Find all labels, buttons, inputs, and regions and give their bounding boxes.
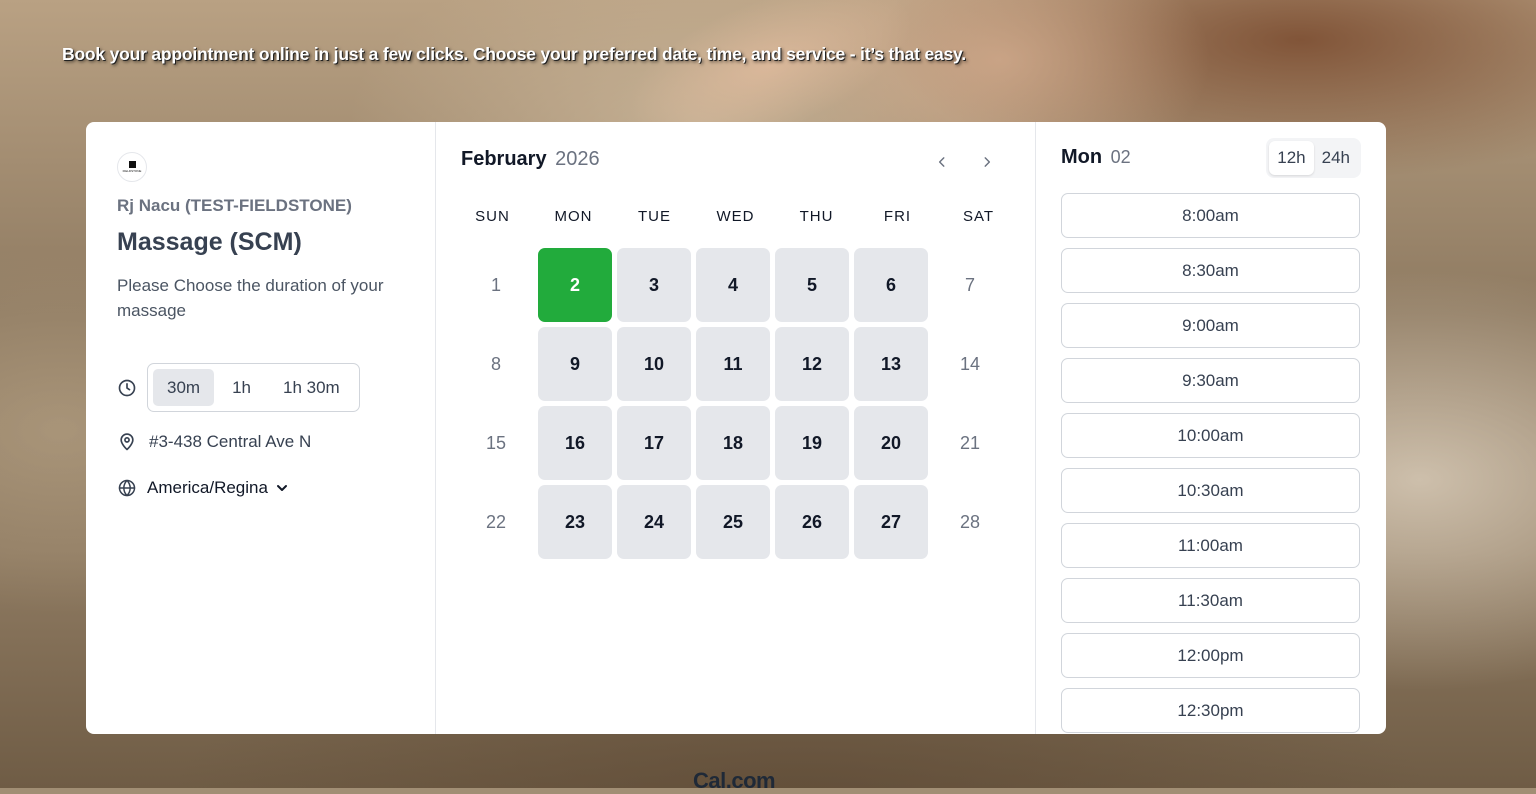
calendar-day[interactable]: 3 <box>617 248 691 322</box>
calendar-day-selected[interactable]: 2 <box>538 248 612 322</box>
duration-selector: 30m 1h 1h 30m <box>147 363 360 412</box>
selected-day-name: Mon <box>1061 146 1103 168</box>
slot-list: 8:00am 8:30am 9:00am 9:30am 10:00am 10:30am 11… <box>1061 193 1360 734</box>
calendar-day[interactable]: 24 <box>617 485 691 559</box>
calendar-day: 21 <box>959 432 981 453</box>
selected-day-number: 02 <box>1110 147 1131 167</box>
calendar-day[interactable]: 25 <box>696 485 770 559</box>
selected-day-title: Mon 02 <box>1061 146 1131 169</box>
calendar-day: 22 <box>485 511 507 532</box>
brand-footer: Cal.com <box>693 768 776 793</box>
time-format-12h[interactable]: 12h <box>1269 141 1314 175</box>
hero-tagline: Book your appointment online in just a f… <box>62 44 966 64</box>
calendar-day[interactable]: 5 <box>775 248 849 322</box>
calendar-grid: 1 2 3 4 5 6 7 8 9 10 11 12 13 14 15 16 17 18 19 20 21 22 23 24 2… <box>459 248 1007 559</box>
calendar-day[interactable]: 27 <box>854 485 928 559</box>
calendar-day: 8 <box>490 353 501 374</box>
duration-row: 30m 1h 1h 30m <box>117 363 360 412</box>
timezone-text[interactable]: America/Regina <box>147 478 268 498</box>
calendar-day[interactable]: 4 <box>696 248 770 322</box>
calendar-day: 14 <box>959 353 981 374</box>
weekday-label: THU <box>799 208 834 225</box>
time-slot-button[interactable]: 11:30am <box>1061 578 1360 623</box>
time-slot-button[interactable]: 8:30am <box>1061 248 1360 293</box>
calendar-day[interactable]: 18 <box>696 406 770 480</box>
weekday-label: WED <box>716 208 755 225</box>
timezone-selector[interactable]: America/Regina <box>117 478 290 498</box>
calendar-day[interactable]: 13 <box>854 327 928 401</box>
time-slot-button[interactable]: 12:30pm <box>1061 688 1360 733</box>
weekday-label: SAT <box>962 208 995 225</box>
chevron-right-icon <box>984 157 991 167</box>
year: 2026 <box>555 148 600 170</box>
calendar-day[interactable]: 23 <box>538 485 612 559</box>
time-slot-button[interactable]: 10:00am <box>1061 413 1360 458</box>
calendar-day: 1 <box>490 274 501 295</box>
location-row: #3-438 Central Ave N <box>117 432 311 452</box>
logo-mark <box>128 161 136 168</box>
time-slot-button[interactable]: 12:00pm <box>1061 633 1360 678</box>
calendar-day[interactable]: 9 <box>538 327 612 401</box>
calendar-day[interactable]: 12 <box>775 327 849 401</box>
duration-option[interactable]: 30m <box>153 369 215 406</box>
weekday-label: TUE <box>638 208 671 225</box>
calendar-panel: February 2026 SUN MON TUE WED THU FRI SAT 1234… <box>436 122 1036 734</box>
chevron-down-icon[interactable] <box>274 480 290 496</box>
time-slot-button[interactable]: 11:00am <box>1061 523 1360 568</box>
calendar-day[interactable]: 11 <box>696 327 770 401</box>
duration-option[interactable]: 1h <box>218 369 265 406</box>
avatar-text: FIELDSTONE <box>122 169 142 173</box>
avatar: FIELDSTONE <box>117 152 147 182</box>
calendar-day[interactable]: 10 <box>617 327 691 401</box>
calendar-day: 28 <box>959 511 981 532</box>
calendar-day: 7 <box>964 274 975 295</box>
globe-icon <box>117 478 137 498</box>
event-info-panel: FIELDSTONE Rj Nacu (TEST-FIELDSTONE) Mas… <box>86 122 436 734</box>
clock-icon <box>117 378 137 398</box>
weekday-label: FRI <box>883 208 912 225</box>
next-month-button[interactable] <box>975 150 999 174</box>
weekday-label: SUN <box>475 208 510 225</box>
time-format-toggle: 12h 24h <box>1266 138 1361 178</box>
weekday-label: MON <box>554 208 593 225</box>
calendar-day[interactable]: 16 <box>538 406 612 480</box>
time-slot-button[interactable]: 8:00am <box>1061 193 1360 238</box>
booking-card: FIELDSTONE Rj Nacu (TEST-FIELDSTONE) Mas… <box>86 122 1386 734</box>
calendar-day[interactable]: 19 <box>775 406 849 480</box>
time-slot-button[interactable]: 9:30am <box>1061 358 1360 403</box>
location-text: #3-438 Central Ave N <box>149 432 312 451</box>
time-slot-button[interactable]: 10:30am <box>1061 468 1360 513</box>
time-slot-button[interactable]: 9:00am <box>1061 303 1360 348</box>
timeslots-panel: Mon 02 12h 24h 8:00am 8:30am 9:00am 9:30am 10… <box>1036 122 1386 734</box>
prev-month-button[interactable] <box>930 150 954 174</box>
month-title: February 2026 <box>461 148 600 171</box>
calendar-day[interactable]: 26 <box>775 485 849 559</box>
calendar-day[interactable]: 17 <box>617 406 691 480</box>
month-name: February <box>461 148 547 170</box>
duration-option[interactable]: 1h 30m <box>269 369 354 406</box>
calendar-day: 15 <box>485 432 507 453</box>
event-title: Massage (SCM) <box>117 228 302 256</box>
chevron-left-icon <box>938 157 945 167</box>
event-description: Please Choose the duration of your massa… <box>117 276 384 320</box>
calendar-day[interactable]: 20 <box>854 406 928 480</box>
map-pin-icon <box>117 432 137 452</box>
weekday-header: SUN MON TUE WED THU FRI SAT <box>452 208 1019 225</box>
time-format-24h[interactable]: 24h <box>1314 141 1358 175</box>
host-name: Rj Nacu (TEST-FIELDSTONE) <box>117 196 352 215</box>
calendar-day[interactable]: 6 <box>854 248 928 322</box>
